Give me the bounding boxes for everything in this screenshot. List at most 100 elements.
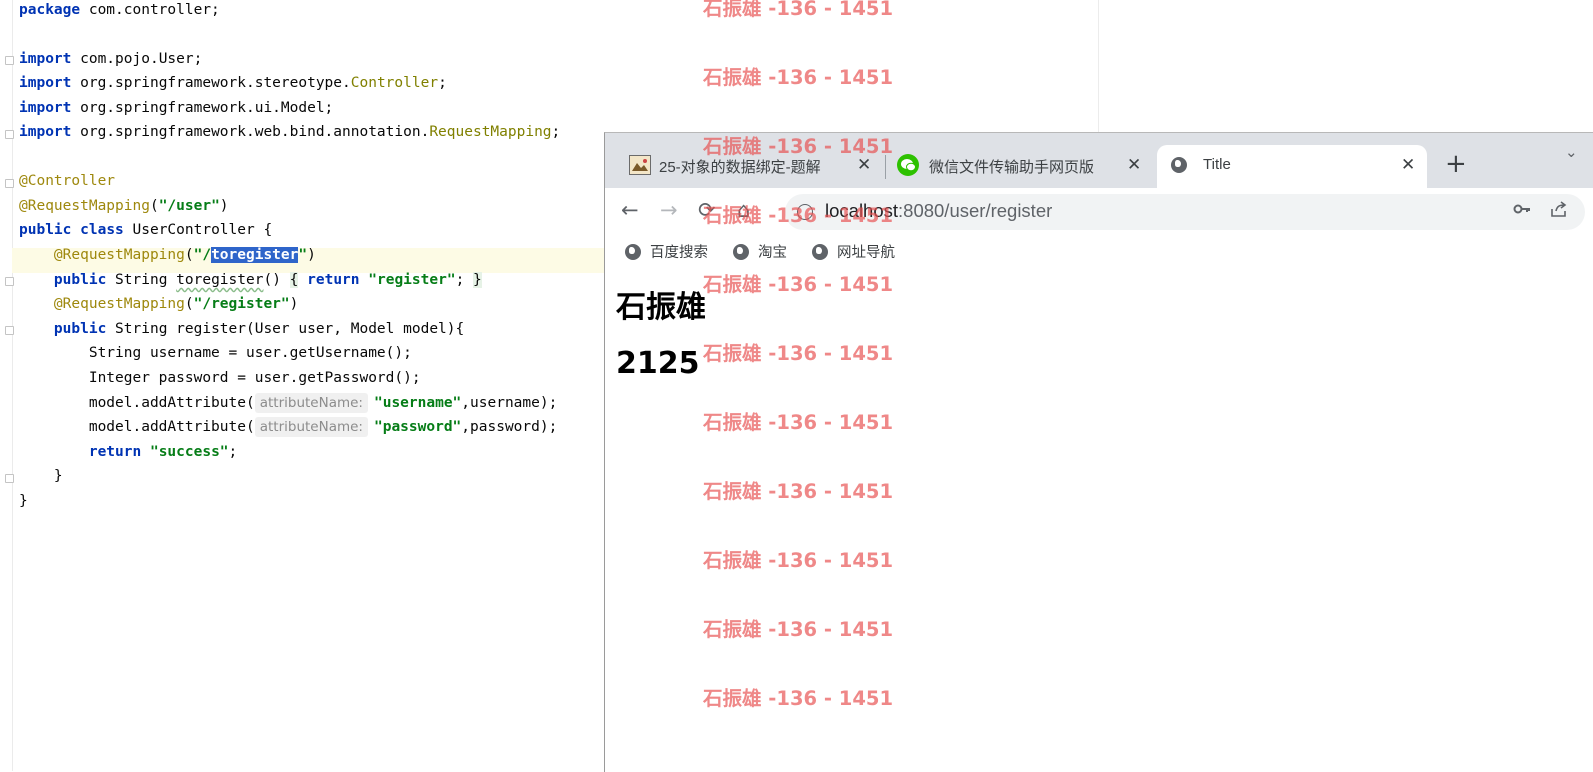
code-text: ( — [184, 296, 194, 312]
tab-title-active[interactable]: Title ✕ — [1157, 145, 1427, 188]
keyword: class — [80, 222, 124, 238]
fold-marker-icon[interactable] — [5, 179, 14, 188]
code-line[interactable]: import com.pojo.User; — [19, 47, 202, 72]
reload-icon[interactable]: ⟳ — [698, 198, 716, 222]
code-line[interactable]: String username = user.getUsername(); — [19, 341, 412, 366]
editor-gutter[interactable] — [0, 0, 13, 771]
globe-icon — [733, 244, 749, 260]
keyword: public — [19, 222, 72, 238]
code-line[interactable]: public String register(User user, Model … — [19, 317, 464, 342]
code-text: com.pojo.User; — [71, 51, 203, 67]
code-line[interactable]: import org.springframework.ui.Model; — [19, 96, 333, 121]
code-line[interactable]: model.addAttribute(attributeName: "userna… — [19, 391, 557, 416]
globe-icon — [625, 244, 641, 260]
string-literal: "success" — [149, 444, 229, 460]
code-line[interactable]: package com.controller; — [19, 0, 220, 23]
tab-search-chevron-icon[interactable]: ⌄ — [1565, 143, 1578, 161]
code-line[interactable]: } — [19, 489, 28, 514]
string-literal: "password" — [373, 419, 462, 435]
close-tab-icon[interactable]: ✕ — [1127, 155, 1141, 175]
code-text: org.springframework.web.bind.annotation. — [71, 124, 430, 140]
string-literal: "username" — [373, 395, 462, 411]
code-line[interactable]: return "success"; — [19, 440, 237, 465]
forward-arrow-icon[interactable]: → — [660, 198, 678, 222]
code-text: com.controller; — [80, 2, 220, 18]
url-host: localhost — [825, 200, 899, 221]
code-line[interactable]: public class UserController { — [19, 218, 272, 243]
fold-marker-icon[interactable] — [5, 326, 14, 335]
annotation: @RequestMapping — [53, 296, 185, 312]
code-line[interactable]: @RequestMapping("/user") — [19, 194, 229, 219]
page-content: 石振雄 2125 — [605, 270, 1593, 772]
close-tab-icon[interactable]: ✕ — [857, 155, 871, 175]
keyword: import — [19, 100, 72, 116]
keyword: import — [19, 75, 72, 91]
string-literal: "/user" — [158, 198, 220, 214]
string-literal: "register" — [368, 272, 456, 288]
code-text: () — [263, 272, 290, 288]
folded-brace[interactable]: { — [289, 272, 299, 288]
close-tab-icon[interactable]: ✕ — [1401, 155, 1415, 175]
tab-exercise[interactable]: 25-对象的数据绑定-题解 ✕ — [617, 145, 879, 188]
wechat-icon — [897, 154, 919, 176]
fold-marker-icon[interactable] — [5, 474, 14, 483]
page-heading-password: 2125 — [616, 346, 700, 381]
code-line[interactable]: @Controller — [19, 169, 115, 194]
folded-brace[interactable]: } — [473, 272, 482, 288]
code-line[interactable]: public String toregister() { return "reg… — [19, 268, 482, 293]
parameter-hint: attributeName: — [254, 393, 368, 413]
bookmark-nav[interactable]: 网址导航 — [812, 241, 895, 262]
bookmark-taobao[interactable]: 淘宝 — [733, 241, 787, 262]
annotation: @Controller — [19, 173, 116, 189]
code-text: } — [53, 468, 63, 484]
code-text: ; — [228, 444, 238, 460]
new-tab-button[interactable]: + — [1445, 151, 1467, 177]
fold-marker-icon[interactable] — [5, 56, 14, 65]
code-text: Integer password = user.getPassword(); — [88, 370, 421, 386]
browser-window[interactable]: 25-对象的数据绑定-题解 ✕ 微信文件传输助手网页版 ✕ Title ✕ + … — [604, 132, 1593, 772]
code-text: String — [106, 272, 177, 288]
home-icon[interactable]: ⌂ — [737, 198, 750, 222]
code-line[interactable]: Integer password = user.getPassword(); — [19, 366, 421, 391]
code-text: model.addAttribute( — [88, 419, 255, 435]
parameter-hint: attributeName: — [254, 417, 368, 437]
address-bar[interactable]: localhost:8080/user/register — [785, 194, 1585, 230]
code-text: ) — [219, 198, 229, 214]
bookmarks-bar: 百度搜索 淘宝 网址导航 — [605, 236, 1593, 271]
tab-wechat[interactable]: 微信文件传输助手网页版 ✕ — [887, 145, 1149, 188]
fold-marker-icon[interactable] — [5, 277, 14, 286]
annotation: @RequestMapping — [53, 247, 185, 263]
url-path: :8080/user/register — [898, 200, 1053, 221]
string-literal: "/ — [193, 247, 212, 263]
back-arrow-icon[interactable]: ← — [621, 198, 639, 222]
info-icon[interactable] — [797, 204, 813, 220]
fold-marker-icon[interactable] — [5, 130, 14, 139]
code-text: ( — [184, 247, 194, 263]
code-line[interactable]: import org.springframework.web.bind.anno… — [19, 120, 560, 145]
share-icon[interactable] — [1550, 200, 1568, 223]
code-line[interactable]: import org.springframework.stereotype.Co… — [19, 71, 447, 96]
url-text[interactable]: localhost:8080/user/register — [825, 200, 1052, 222]
tab-title: Title — [1203, 156, 1231, 173]
key-icon[interactable] — [1513, 200, 1531, 223]
page-heading-name: 石振雄 — [616, 290, 706, 325]
code-text: ; — [551, 124, 561, 140]
bookmark-label: 淘宝 — [758, 245, 787, 261]
class-name: Controller — [350, 75, 439, 91]
code-line[interactable]: @RequestMapping("/toregister") — [19, 243, 316, 268]
globe-icon — [1171, 157, 1187, 174]
code-text: ) — [307, 247, 316, 263]
selected-text[interactable]: toregister — [211, 247, 299, 263]
code-text: model.addAttribute( — [88, 395, 255, 411]
code-text: ; — [438, 75, 447, 91]
code-line[interactable]: @RequestMapping("/register") — [19, 292, 298, 317]
method-name[interactable]: toregister — [176, 272, 263, 288]
globe-icon — [812, 244, 828, 260]
keyword: package — [19, 2, 81, 18]
code-text: ,username); — [461, 395, 558, 411]
bookmark-label: 百度搜索 — [650, 245, 708, 261]
image-favicon-icon — [629, 155, 651, 175]
code-line[interactable]: model.addAttribute(attributeName: "passwo… — [19, 415, 557, 440]
bookmark-baidu[interactable]: 百度搜索 — [625, 241, 708, 262]
code-line[interactable]: } — [19, 464, 63, 489]
